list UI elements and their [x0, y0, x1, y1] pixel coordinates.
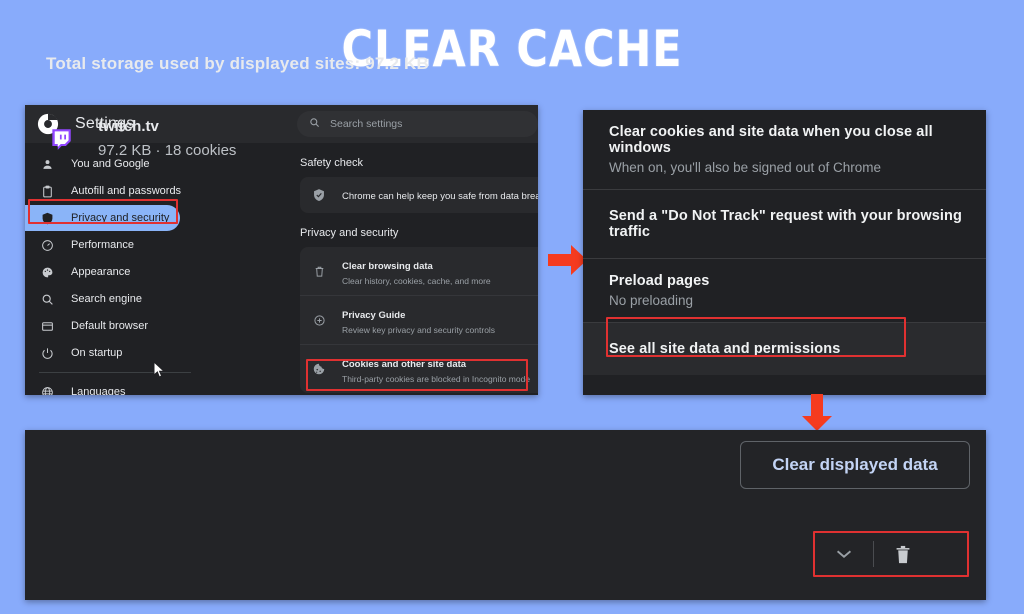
sidebar-item-appearance[interactable]: Appearance	[25, 259, 290, 285]
total-storage-label: Total storage used by displayed sites: 9…	[46, 54, 430, 73]
row-title: Clear browsing data	[342, 261, 433, 272]
clear-displayed-data-button[interactable]: Clear displayed data	[740, 441, 970, 489]
twitch-icon	[46, 124, 76, 154]
row-clear-browsing-data[interactable]: Clear browsing data Clear history, cooki…	[300, 247, 538, 295]
row-title: Send a "Do Not Track" request with your …	[609, 208, 962, 240]
sidebar-divider	[39, 372, 191, 373]
trash-icon	[310, 265, 328, 278]
sidebar-item-label: Languages	[71, 386, 126, 395]
search-settings-placeholder: Search settings	[330, 118, 403, 130]
sidebar-item-label: Search engine	[71, 293, 142, 305]
palette-icon	[39, 264, 55, 280]
sidebar-item-default-browser[interactable]: Default browser	[25, 313, 290, 339]
sidebar-item-performance[interactable]: Performance	[25, 232, 290, 258]
row-do-not-track[interactable]: Send a "Do Not Track" request with your …	[583, 189, 986, 258]
safety-check-text: Chrome can help keep you safe from data …	[342, 191, 538, 202]
sidebar-item-label: You and Google	[71, 158, 150, 170]
row-preload-pages[interactable]: Preload pages No preloading	[583, 258, 986, 322]
site-list-item-twitch[interactable]: twitch.tv 97.2 KB · 18 cookies	[46, 118, 236, 159]
sidebar-item-search-engine[interactable]: Search engine	[25, 286, 290, 312]
row-title: Privacy Guide	[342, 310, 406, 321]
privacy-and-security-heading: Privacy and security	[300, 227, 399, 239]
settings-sidebar: You and Google Autofill and passwords Pr…	[25, 143, 290, 395]
row-subtitle: Review key privacy and security controls	[342, 325, 496, 335]
row-subtitle: When on, you'll also be signed out of Ch…	[609, 160, 881, 175]
annotation-box-cookies-row	[306, 359, 528, 391]
settings-main-content: Safety check Chrome can help keep you sa…	[290, 143, 538, 395]
globe-icon	[39, 384, 55, 395]
search-settings-field[interactable]: Search settings	[297, 111, 538, 137]
sidebar-nav: You and Google Autofill and passwords Pr…	[25, 151, 290, 395]
browser-window-icon	[39, 318, 55, 334]
settings-body: You and Google Autofill and passwords Pr…	[25, 143, 538, 395]
privacy-guide-icon	[310, 314, 328, 327]
sidebar-item-label: Appearance	[71, 266, 131, 278]
sidebar-item-label: Default browser	[71, 320, 149, 332]
screenshot-root: CLEAR CACHE Settings Search settings You…	[0, 0, 1024, 614]
annotation-box-privacy-and-security	[28, 199, 178, 224]
shield-check-icon	[310, 188, 328, 202]
site-name: twitch.tv	[98, 118, 159, 135]
mouse-cursor-icon	[153, 360, 167, 379]
speedometer-icon	[39, 237, 55, 253]
sidebar-item-label: On startup	[71, 347, 123, 359]
row-subtitle: No preloading	[609, 293, 694, 308]
sidebar-item-label: Autofill and passwords	[71, 185, 182, 197]
annotation-box-site-actions	[813, 531, 969, 577]
row-subtitle: Clear history, cookies, cache, and more	[342, 276, 491, 286]
row-title: Preload pages	[609, 273, 710, 289]
row-title: Clear cookies and site data when you clo…	[609, 124, 933, 156]
row-privacy-guide[interactable]: Privacy Guide Review key privacy and sec…	[300, 295, 538, 344]
annotation-box-see-all-site-data	[606, 317, 906, 357]
arrow-right-settings-to-cookies	[548, 243, 588, 282]
safety-check-card: Chrome can help keep you safe from data …	[300, 177, 538, 213]
power-icon	[39, 345, 55, 361]
magnifier-icon	[39, 291, 55, 307]
site-meta: 97.2 KB · 18 cookies	[98, 142, 237, 159]
safety-check-row[interactable]: Chrome can help keep you safe from data …	[300, 177, 538, 213]
sidebar-item-languages[interactable]: Languages	[25, 379, 290, 395]
search-icon	[297, 115, 320, 133]
safety-check-heading: Safety check	[300, 157, 363, 169]
clipboard-icon	[39, 183, 55, 199]
sidebar-item-label: Performance	[71, 239, 134, 251]
row-clear-cookies-on-close[interactable]: Clear cookies and site data when you clo…	[583, 110, 986, 189]
